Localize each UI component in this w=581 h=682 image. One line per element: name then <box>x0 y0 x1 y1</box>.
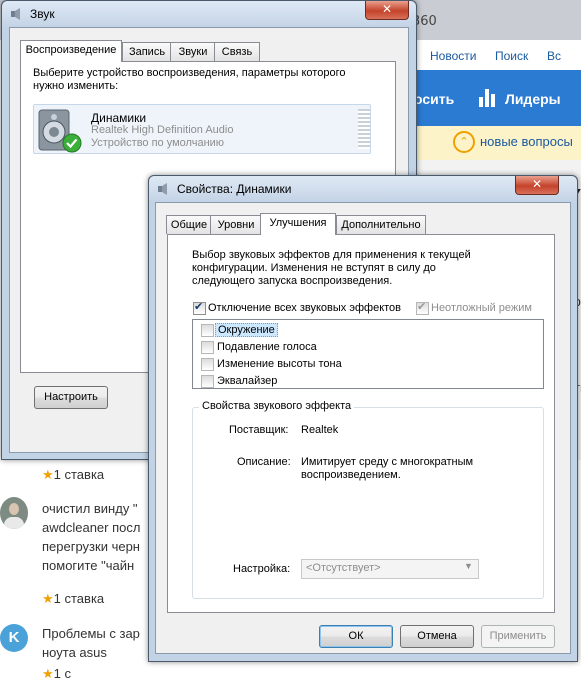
site-action-bar: осить Лидеры <box>412 70 581 126</box>
rating-label: 1 ставка <box>53 591 105 606</box>
feed-item[interactable]: Проблемы с зар ноута asus <box>42 624 140 662</box>
device-name: Динамики <box>91 111 147 125</box>
effect-item-voice-cancellation[interactable]: Подавление голоса <box>217 341 317 353</box>
speaker-icon <box>11 8 20 20</box>
effect-item-equalizer[interactable]: Эквалайзер <box>217 375 277 387</box>
disable-all-effects-checkbox[interactable] <box>193 300 206 315</box>
window-title: Свойства: Динамики <box>177 182 292 196</box>
rating-label: 1 с <box>53 666 71 681</box>
nav-news-link[interactable]: Новости <box>430 49 476 63</box>
effect-checkbox <box>201 341 214 354</box>
effect-item-environment[interactable]: Окружение <box>215 323 278 337</box>
setting-label: Настройка: <box>233 563 291 575</box>
immediate-mode-checkbox <box>416 300 429 315</box>
device-list: Динамики Realtek High Definition Audio У… <box>27 100 385 154</box>
provider-label: Поставщик: <box>229 424 289 436</box>
close-button[interactable]: ✕ <box>365 1 409 20</box>
enhancements-tab-page: Выбор звуковых эффектов для применения к… <box>167 234 555 613</box>
device-driver: Realtek High Definition Audio <box>91 124 234 136</box>
tab-recording[interactable]: Запись <box>122 42 172 61</box>
volume-meter <box>358 109 370 149</box>
setting-select-value: <Отсутствует> <box>306 562 381 574</box>
tab-playback[interactable]: Воспроизведение <box>20 40 122 62</box>
star-icon: ★ <box>42 666 54 681</box>
effect-checkbox <box>201 324 214 337</box>
arrow-up-icon: ⌃ <box>453 131 475 153</box>
effects-list: Окружение Подавление голоса Изменение вы… <box>192 319 544 389</box>
close-button[interactable]: ✕ <box>515 176 559 195</box>
immediate-mode-label: Неотложный режим <box>431 302 532 314</box>
sound-dialog-titlebar[interactable]: Звук <box>2 1 416 27</box>
effect-checkbox <box>201 358 214 371</box>
ask-question-button[interactable]: осить <box>414 91 454 107</box>
feed-item[interactable]: очистил винду " awdcleaner посл перегруз… <box>42 499 140 575</box>
description-text: Выбор звуковых эффектов для применения к… <box>192 249 471 287</box>
chevron-down-icon: ▼ <box>464 561 473 571</box>
tab-strip: Общие Уровни Улучшения Дополнительно <box>164 213 564 235</box>
nav-search-link[interactable]: Поиск <box>495 49 528 63</box>
speaker-properties-dialog: Свойства: Динамики ✕ Общие Уровни Улучше… <box>148 175 578 662</box>
leaders-chart-icon <box>479 89 497 107</box>
star-icon: ★ <box>42 591 54 606</box>
speaker-device-icon <box>38 109 82 153</box>
feed-item-line: ноута asus <box>42 645 107 660</box>
effect-properties-group: Свойства звукового эффекта Поставщик: Re… <box>192 400 544 599</box>
nav-all-link[interactable]: Вс <box>547 49 561 63</box>
window-title: Звук <box>30 7 55 21</box>
effect-item-pitch-shift[interactable]: Изменение высоты тона <box>217 358 342 370</box>
star-icon: ★ <box>42 467 54 482</box>
device-item-speakers[interactable]: Динамики Realtek High Definition Audio У… <box>33 104 371 154</box>
feed-item-line: Проблемы с зар <box>42 626 140 641</box>
group-title: Свойства звукового эффекта <box>199 400 355 412</box>
disable-all-effects-label: Отключение всех звуковых эффектов <box>208 302 401 314</box>
site-nav: Новости Поиск Вс <box>420 40 581 71</box>
feed-rating: ★1 ставка <box>42 467 104 483</box>
tab-sounds[interactable]: Звуки <box>170 42 216 61</box>
feed-item-line: очистил винду " <box>42 501 138 516</box>
feed-rating: ★1 ставка <box>42 591 104 607</box>
feed-item-line: перегрузки черн <box>42 539 140 554</box>
rating-label: 1 ставка <box>53 467 105 482</box>
provider-value: Realtek <box>301 424 339 436</box>
avatar[interactable]: K <box>0 624 28 652</box>
new-questions-label: новые вопросы <box>480 134 573 149</box>
apply-button: Применить <box>481 625 555 648</box>
speaker-icon <box>158 183 167 195</box>
cancel-button[interactable]: Отмена <box>400 625 474 648</box>
tab-communications[interactable]: Связь <box>214 42 260 61</box>
tab-enhancements[interactable]: Улучшения <box>260 213 336 235</box>
effect-checkbox <box>201 375 214 388</box>
feed-item-line: помогите "чайн <box>42 558 135 573</box>
ok-button[interactable]: ОК <box>319 625 393 648</box>
tab-general[interactable]: Общие <box>166 215 212 234</box>
description-label: Описание: <box>237 456 291 468</box>
avatar[interactable] <box>0 497 28 529</box>
tab-advanced[interactable]: Дополнительно <box>336 215 426 234</box>
tab-levels[interactable]: Уровни <box>210 215 262 234</box>
setting-select: <Отсутствует> ▼ <box>301 559 479 579</box>
device-status: Устройство по умолчанию <box>91 137 225 149</box>
description-value: Имитирует среду с многократным воспроизв… <box>301 456 474 481</box>
feed-item-line: awdcleaner посл <box>42 520 141 535</box>
properties-dialog-client: Общие Уровни Улучшения Дополнительно Выб… <box>155 202 571 654</box>
leaders-link[interactable]: Лидеры <box>505 91 561 107</box>
instruction-text: Выберите устройство воспроизведения, пар… <box>33 67 346 92</box>
configure-button[interactable]: Настроить <box>34 386 108 409</box>
tab-strip: Воспроизведение Запись Звуки Связь <box>16 40 396 62</box>
new-questions-banner[interactable]: ⌃ новые вопросы <box>412 126 581 160</box>
feed-rating: ★1 с <box>42 666 71 682</box>
properties-dialog-titlebar[interactable]: Свойства: Динамики <box>149 176 577 202</box>
